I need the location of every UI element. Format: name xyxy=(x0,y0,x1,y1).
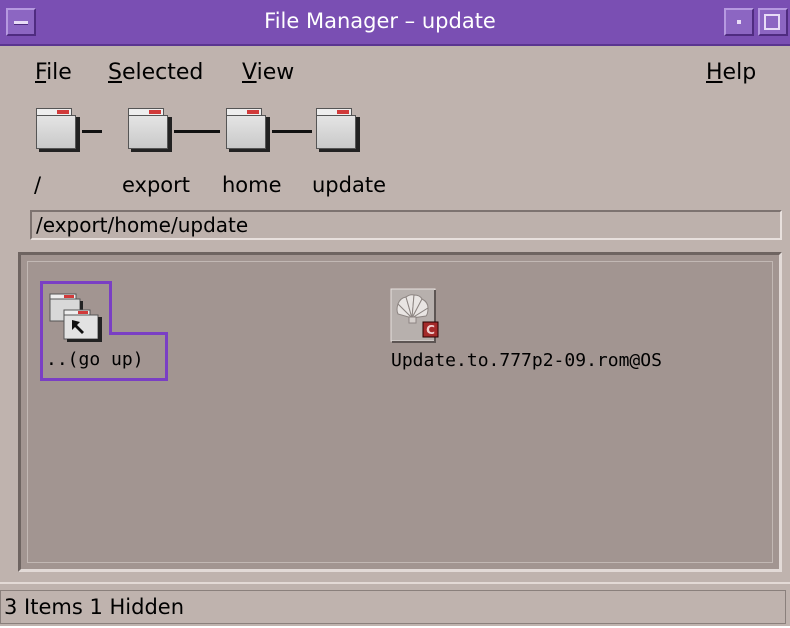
status-text: 3 Items 1 Hidden xyxy=(4,595,185,619)
minimize-button[interactable] xyxy=(724,8,754,36)
menu-file-mnemonic: F xyxy=(35,60,47,85)
path-connector xyxy=(82,130,102,133)
maximize-icon xyxy=(764,14,780,30)
folder-icon[interactable] xyxy=(36,108,80,152)
window-menu-button[interactable] xyxy=(6,8,36,36)
path-input[interactable]: /export/home/update xyxy=(30,210,782,240)
menu-view-label: iew xyxy=(256,60,295,85)
file-name-update-rom[interactable]: Update.to.777p2-09.rom@OS xyxy=(391,349,662,373)
path-label-update[interactable]: update xyxy=(312,172,386,198)
go-up-folder-icon[interactable] xyxy=(46,292,106,346)
window-title: File Manager – update xyxy=(264,9,496,33)
menu-help-mnemonic: H xyxy=(706,60,723,85)
folder-icon[interactable] xyxy=(128,108,172,152)
path-label-root[interactable]: / xyxy=(34,172,41,198)
folder-path-bar: / export home update xyxy=(0,100,790,200)
menu-file-label: ile xyxy=(46,60,72,85)
menu-file[interactable]: File xyxy=(35,60,72,86)
path-label-export[interactable]: export xyxy=(122,172,190,198)
folder-icon[interactable] xyxy=(226,108,270,152)
menu-selected[interactable]: Selected xyxy=(108,60,203,86)
menu-selected-mnemonic: S xyxy=(108,60,122,85)
svg-text:C: C xyxy=(426,323,435,337)
status-bar: 3 Items 1 Hidden xyxy=(0,582,790,628)
menu-help[interactable]: Help xyxy=(706,60,756,86)
menu-view-mnemonic: V xyxy=(242,60,257,85)
path-connector xyxy=(272,130,312,133)
path-connector xyxy=(174,130,220,133)
path-label-home[interactable]: home xyxy=(222,172,282,198)
menu-view[interactable]: View xyxy=(242,60,294,86)
window-menu-icon xyxy=(14,21,28,25)
folder-icon[interactable] xyxy=(316,108,360,152)
title-bar[interactable]: File Manager – update xyxy=(0,0,790,46)
shell-file-icon[interactable]: C xyxy=(390,288,448,346)
file-name-go-up[interactable]: ..(go up) xyxy=(46,348,144,372)
menu-selected-label: elected xyxy=(121,60,204,85)
menu-bar: File Selected View Help xyxy=(0,46,790,96)
minimize-icon xyxy=(737,20,741,24)
file-manager-window: File Manager – update File Selected View… xyxy=(0,0,790,626)
menu-help-label: elp xyxy=(722,60,757,85)
maximize-button[interactable] xyxy=(758,8,788,36)
